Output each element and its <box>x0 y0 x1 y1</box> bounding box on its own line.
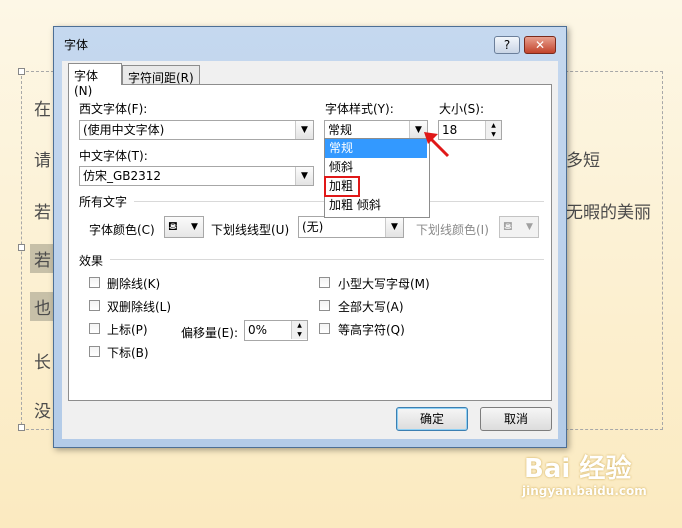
font-size-label: 大小(S): <box>439 102 485 116</box>
font-dialog: 字体 ? ✕ 字体(N) 字符间距(R) 西文字体(F): (使用中文字体) ▼… <box>53 26 567 448</box>
option-italic[interactable]: 倾斜 <box>325 158 427 177</box>
slide-line: 请 <box>34 151 51 171</box>
slide-line: 在 <box>34 100 51 120</box>
chinese-font-value: 仿宋_GB2312 <box>83 169 162 183</box>
double-strikethrough-label: 双删除线(L) <box>107 300 172 314</box>
tab-font[interactable]: 字体(N) <box>68 63 122 98</box>
slide-line: 长 <box>34 353 51 373</box>
spin-up-icon[interactable]: ▲ <box>486 121 501 130</box>
option-regular[interactable]: 常规 <box>325 139 427 158</box>
help-button[interactable]: ? <box>494 36 520 54</box>
checkbox-superscript[interactable] <box>89 323 100 334</box>
western-font-value: (使用中文字体) <box>83 123 165 137</box>
slide-line: 无暇的美丽 <box>566 203 651 223</box>
watermark-logo: Bai 经验 <box>524 454 632 484</box>
offset-input[interactable]: 0% ▲ ▼ <box>244 320 308 341</box>
tab-character-spacing[interactable]: 字符间距(R) <box>122 65 200 85</box>
slide-line: 若 <box>34 203 51 223</box>
subscript-label: 下标(B) <box>107 346 149 360</box>
western-font-label: 西文字体(F): <box>79 102 148 116</box>
superscript-label: 上标(P) <box>107 323 148 337</box>
font-color-label: 字体颜色(C) <box>89 223 155 237</box>
chinese-font-label: 中文字体(T): <box>79 149 148 163</box>
font-style-label: 字体样式(Y): <box>325 102 394 116</box>
checkbox-subscript[interactable] <box>89 346 100 357</box>
small-caps-label: 小型大写字母(M) <box>338 277 430 291</box>
offset-spinner[interactable]: ▲ ▼ <box>291 321 307 339</box>
divider <box>110 259 544 260</box>
checkbox-all-caps[interactable] <box>319 300 330 311</box>
font-style-value: 常规 <box>328 123 353 137</box>
slide-line-selected: 若 <box>30 244 55 273</box>
offset-label: 偏移量(E): <box>181 326 238 340</box>
strikethrough-label: 删除线(K) <box>107 277 161 291</box>
dialog-title: 字体 <box>64 38 89 52</box>
western-font-select[interactable]: (使用中文字体) ▼ <box>79 120 314 140</box>
all-text-section-label: 所有文字 <box>79 195 128 209</box>
close-button[interactable]: ✕ <box>524 36 556 54</box>
equalize-height-label: 等高字符(Q) <box>338 323 405 337</box>
paint-bucket-icon: ⛾ <box>503 219 513 233</box>
spin-up-icon[interactable]: ▲ <box>292 321 307 330</box>
annotation-highlight-box <box>324 176 360 197</box>
cancel-button[interactable]: 取消 <box>480 407 552 431</box>
chevron-down-icon[interactable]: ▼ <box>295 167 313 185</box>
option-bold-italic[interactable]: 加粗 倾斜 <box>325 196 427 215</box>
offset-value: 0% <box>248 323 268 337</box>
slide-line: 没 <box>34 402 51 422</box>
paint-bucket-icon: ⛾ <box>168 219 178 233</box>
slide-line: 多短 <box>566 151 600 171</box>
resize-handle[interactable] <box>18 68 25 75</box>
underline-style-select[interactable]: (无) ▼ <box>298 216 404 238</box>
chinese-font-select[interactable]: 仿宋_GB2312 ▼ <box>79 166 314 186</box>
resize-handle[interactable] <box>18 424 25 431</box>
annotation-arrow-icon <box>424 132 450 158</box>
all-caps-label: 全部大写(A) <box>338 300 404 314</box>
chevron-down-icon[interactable]: ▼ <box>186 217 203 237</box>
spin-down-icon[interactable]: ▼ <box>292 330 307 339</box>
checkbox-small-caps[interactable] <box>319 277 330 288</box>
dialog-titlebar[interactable]: 字体 ? ✕ <box>54 27 566 57</box>
underline-style-value: (无) <box>302 220 324 234</box>
font-color-picker[interactable]: ⛾ ▼ <box>164 216 204 238</box>
checkbox-strikethrough[interactable] <box>89 277 100 288</box>
font-size-spinner[interactable]: ▲ ▼ <box>485 121 501 139</box>
underline-color-label: 下划线颜色(I) <box>416 223 489 237</box>
underline-style-label: 下划线线型(U) <box>211 223 290 237</box>
slide-line-selected: 也 <box>30 292 55 321</box>
chevron-down-icon[interactable]: ▼ <box>295 121 313 139</box>
effects-section-label: 效果 <box>79 254 104 268</box>
underline-color-picker[interactable]: ⛾ ▼ <box>499 216 539 238</box>
resize-handle[interactable] <box>18 244 25 251</box>
checkbox-double-strikethrough[interactable] <box>89 300 100 311</box>
spin-down-icon[interactable]: ▼ <box>486 130 501 139</box>
font-style-select[interactable]: 常规 ▼ <box>324 120 428 140</box>
ok-button[interactable]: 确定 <box>396 407 468 431</box>
checkbox-equalize-height[interactable] <box>319 323 330 334</box>
watermark-url: jingyan.baidu.com <box>522 484 647 498</box>
chevron-down-icon[interactable]: ▼ <box>385 217 403 237</box>
chevron-down-icon[interactable]: ▼ <box>521 217 538 237</box>
